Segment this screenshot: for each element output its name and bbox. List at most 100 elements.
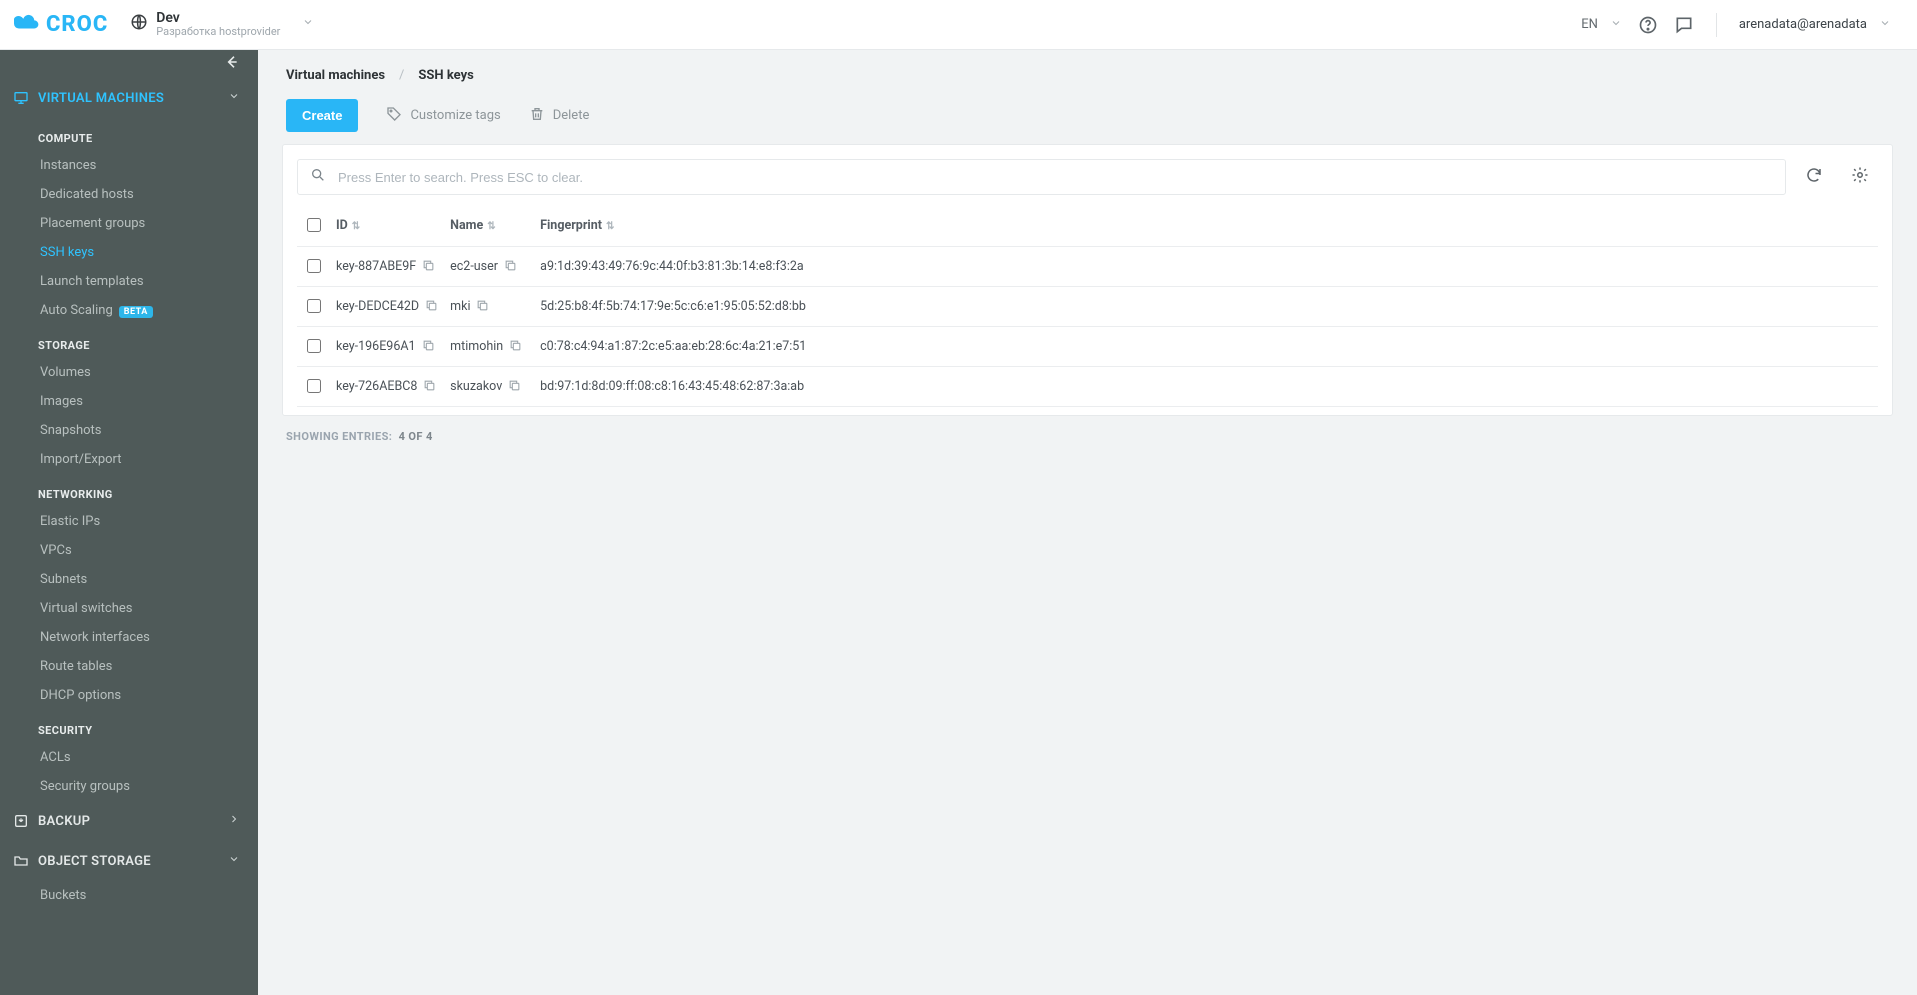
sidebar-item-dedicated-hosts[interactable]: Dedicated hosts <box>0 180 258 209</box>
sidebar-item-vpcs[interactable]: VPCs <box>0 536 258 565</box>
search-input[interactable] <box>336 169 1773 186</box>
row-checkbox[interactable] <box>307 299 321 313</box>
cell-fingerprint: 5d:25:b8:4f:5b:74:17:9e:5c:c6:e1:95:05:5… <box>540 299 806 314</box>
sidebar-item-label: Elastic IPs <box>40 514 100 529</box>
sidebar-item-instances[interactable]: Instances <box>0 151 258 180</box>
sidebar-collapse-button[interactable] <box>0 50 258 78</box>
sidebar-item-import-export[interactable]: Import/Export <box>0 445 258 474</box>
copy-icon[interactable] <box>503 339 522 354</box>
copy-icon[interactable] <box>498 259 517 274</box>
delete-button[interactable]: Delete <box>529 106 590 126</box>
sidebar-item-security-groups[interactable]: Security groups <box>0 772 258 801</box>
sidebar-item-acls[interactable]: ACLs <box>0 743 258 772</box>
column-header-id[interactable]: ID ⇅ <box>330 205 444 247</box>
column-header-fingerprint[interactable]: Fingerprint⇅ <box>534 205 1878 247</box>
select-all-checkbox[interactable] <box>307 218 321 232</box>
entries-value: 4 OF 4 <box>399 430 433 443</box>
env-name: Dev <box>156 11 280 26</box>
breadcrumb: Virtual machines / SSH keys <box>282 50 1893 97</box>
row-checkbox[interactable] <box>307 339 321 353</box>
chevron-down-icon <box>302 16 314 32</box>
copy-icon[interactable] <box>416 339 435 354</box>
sidebar-item-images[interactable]: Images <box>0 387 258 416</box>
copy-icon[interactable] <box>417 379 436 394</box>
copy-icon[interactable] <box>470 299 489 314</box>
chevron-right-icon <box>228 813 240 829</box>
sidebar-item-label: Subnets <box>40 572 87 587</box>
env-subtitle: Разработка hostprovider <box>156 26 280 38</box>
language-selector[interactable]: EN <box>1573 11 1630 39</box>
search-icon <box>310 167 336 187</box>
chevron-down-icon <box>1879 17 1891 33</box>
sidebar-item-label: Images <box>40 394 83 409</box>
table-row[interactable]: key-DEDCE42Dmki5d:25:b8:4f:5b:74:17:9e:5… <box>297 287 1878 327</box>
folder-icon <box>12 853 30 869</box>
cell-id: key-726AEBC8 <box>336 379 417 394</box>
breadcrumb-root[interactable]: Virtual machines <box>286 68 385 83</box>
copy-icon[interactable] <box>416 259 435 274</box>
toolbar: Create Customize tags Delete <box>282 97 1893 144</box>
refresh-button[interactable] <box>1796 159 1832 195</box>
sidebar-item-launch-templates[interactable]: Launch templates <box>0 267 258 296</box>
row-checkbox[interactable] <box>307 379 321 393</box>
globe-icon <box>130 13 148 35</box>
sidebar-group-networking: NETWORKING <box>0 474 258 507</box>
table-row[interactable]: key-196E96A1mtimohinc0:78:c4:94:a1:87:2c… <box>297 327 1878 367</box>
table-row[interactable]: key-726AEBC8skuzakovbd:97:1d:8d:09:ff:08… <box>297 367 1878 407</box>
sidebar-item-label: Route tables <box>40 659 112 674</box>
sidebar-item-network-interfaces[interactable]: Network interfaces <box>0 623 258 652</box>
sidebar-item-subnets[interactable]: Subnets <box>0 565 258 594</box>
toolbar-label: Delete <box>553 108 590 123</box>
copy-icon[interactable] <box>502 379 521 394</box>
toolbar-label: Customize tags <box>410 108 500 123</box>
sidebar-item-label: Snapshots <box>40 423 102 438</box>
help-button[interactable] <box>1630 9 1666 41</box>
entries-label: SHOWING ENTRIES: <box>286 430 392 443</box>
sidebar-item-placement-groups[interactable]: Placement groups <box>0 209 258 238</box>
help-icon <box>1638 15 1658 35</box>
sidebar-section-label: VIRTUAL MACHINES <box>38 91 164 106</box>
chevron-down-icon <box>228 853 240 869</box>
sidebar-item-label: Buckets <box>40 888 86 903</box>
brand-logo[interactable]: CROC <box>14 12 108 37</box>
chevron-down-icon <box>1610 17 1622 33</box>
sidebar-item-label: Security groups <box>40 779 130 794</box>
breadcrumb-current: SSH keys <box>418 68 473 83</box>
sidebar-item-label: Dedicated hosts <box>40 187 134 202</box>
sidebar-item-volumes[interactable]: Volumes <box>0 358 258 387</box>
environment-selector[interactable]: Dev Разработка hostprovider <box>130 11 314 38</box>
sidebar-item-auto-scaling[interactable]: Auto ScalingBETA <box>0 296 258 325</box>
column-label: ID <box>336 218 348 233</box>
sidebar-section-object-storage[interactable]: OBJECT STORAGE <box>0 841 258 881</box>
sidebar-item-label: DHCP options <box>40 688 121 703</box>
sort-icon: ⇅ <box>352 221 360 232</box>
table-card: ID ⇅ Name⇅ Fingerprint⇅ key-887ABE9Fec2-u… <box>282 144 1893 416</box>
table-settings-button[interactable] <box>1842 159 1878 195</box>
search-input-wrapper[interactable] <box>297 159 1786 195</box>
row-checkbox[interactable] <box>307 259 321 273</box>
sidebar-item-elastic-ips[interactable]: Elastic IPs <box>0 507 258 536</box>
copy-icon[interactable] <box>419 299 438 314</box>
table-row[interactable]: key-887ABE9Fec2-usera9:1d:39:43:49:76:9c… <box>297 247 1878 287</box>
customize-tags-button[interactable]: Customize tags <box>386 106 500 126</box>
chat-icon <box>1674 15 1694 35</box>
tag-icon <box>386 106 402 126</box>
sidebar-section-backup[interactable]: BACKUP <box>0 801 258 841</box>
sidebar-item-ssh-keys[interactable]: SSH keys <box>0 238 258 267</box>
sidebar-item-buckets[interactable]: Buckets <box>0 881 258 910</box>
sidebar-item-label: VPCs <box>40 543 72 558</box>
sidebar-item-snapshots[interactable]: Snapshots <box>0 416 258 445</box>
user-menu[interactable]: arenadata@arenadata <box>1731 11 1899 39</box>
sidebar-item-virtual-switches[interactable]: Virtual switches <box>0 594 258 623</box>
sidebar-item-dhcp-options[interactable]: DHCP options <box>0 681 258 710</box>
monitor-icon <box>12 90 30 106</box>
feedback-button[interactable] <box>1666 9 1702 41</box>
brand-name: CROC <box>46 12 108 37</box>
language-label: EN <box>1581 17 1598 32</box>
sidebar-item-label: Import/Export <box>40 452 122 467</box>
column-header-name[interactable]: Name⇅ <box>444 205 534 247</box>
sort-icon: ⇅ <box>606 221 614 232</box>
sidebar-item-route-tables[interactable]: Route tables <box>0 652 258 681</box>
sidebar-section-virtual-machines[interactable]: VIRTUAL MACHINES <box>0 78 258 118</box>
create-button[interactable]: Create <box>286 99 358 132</box>
